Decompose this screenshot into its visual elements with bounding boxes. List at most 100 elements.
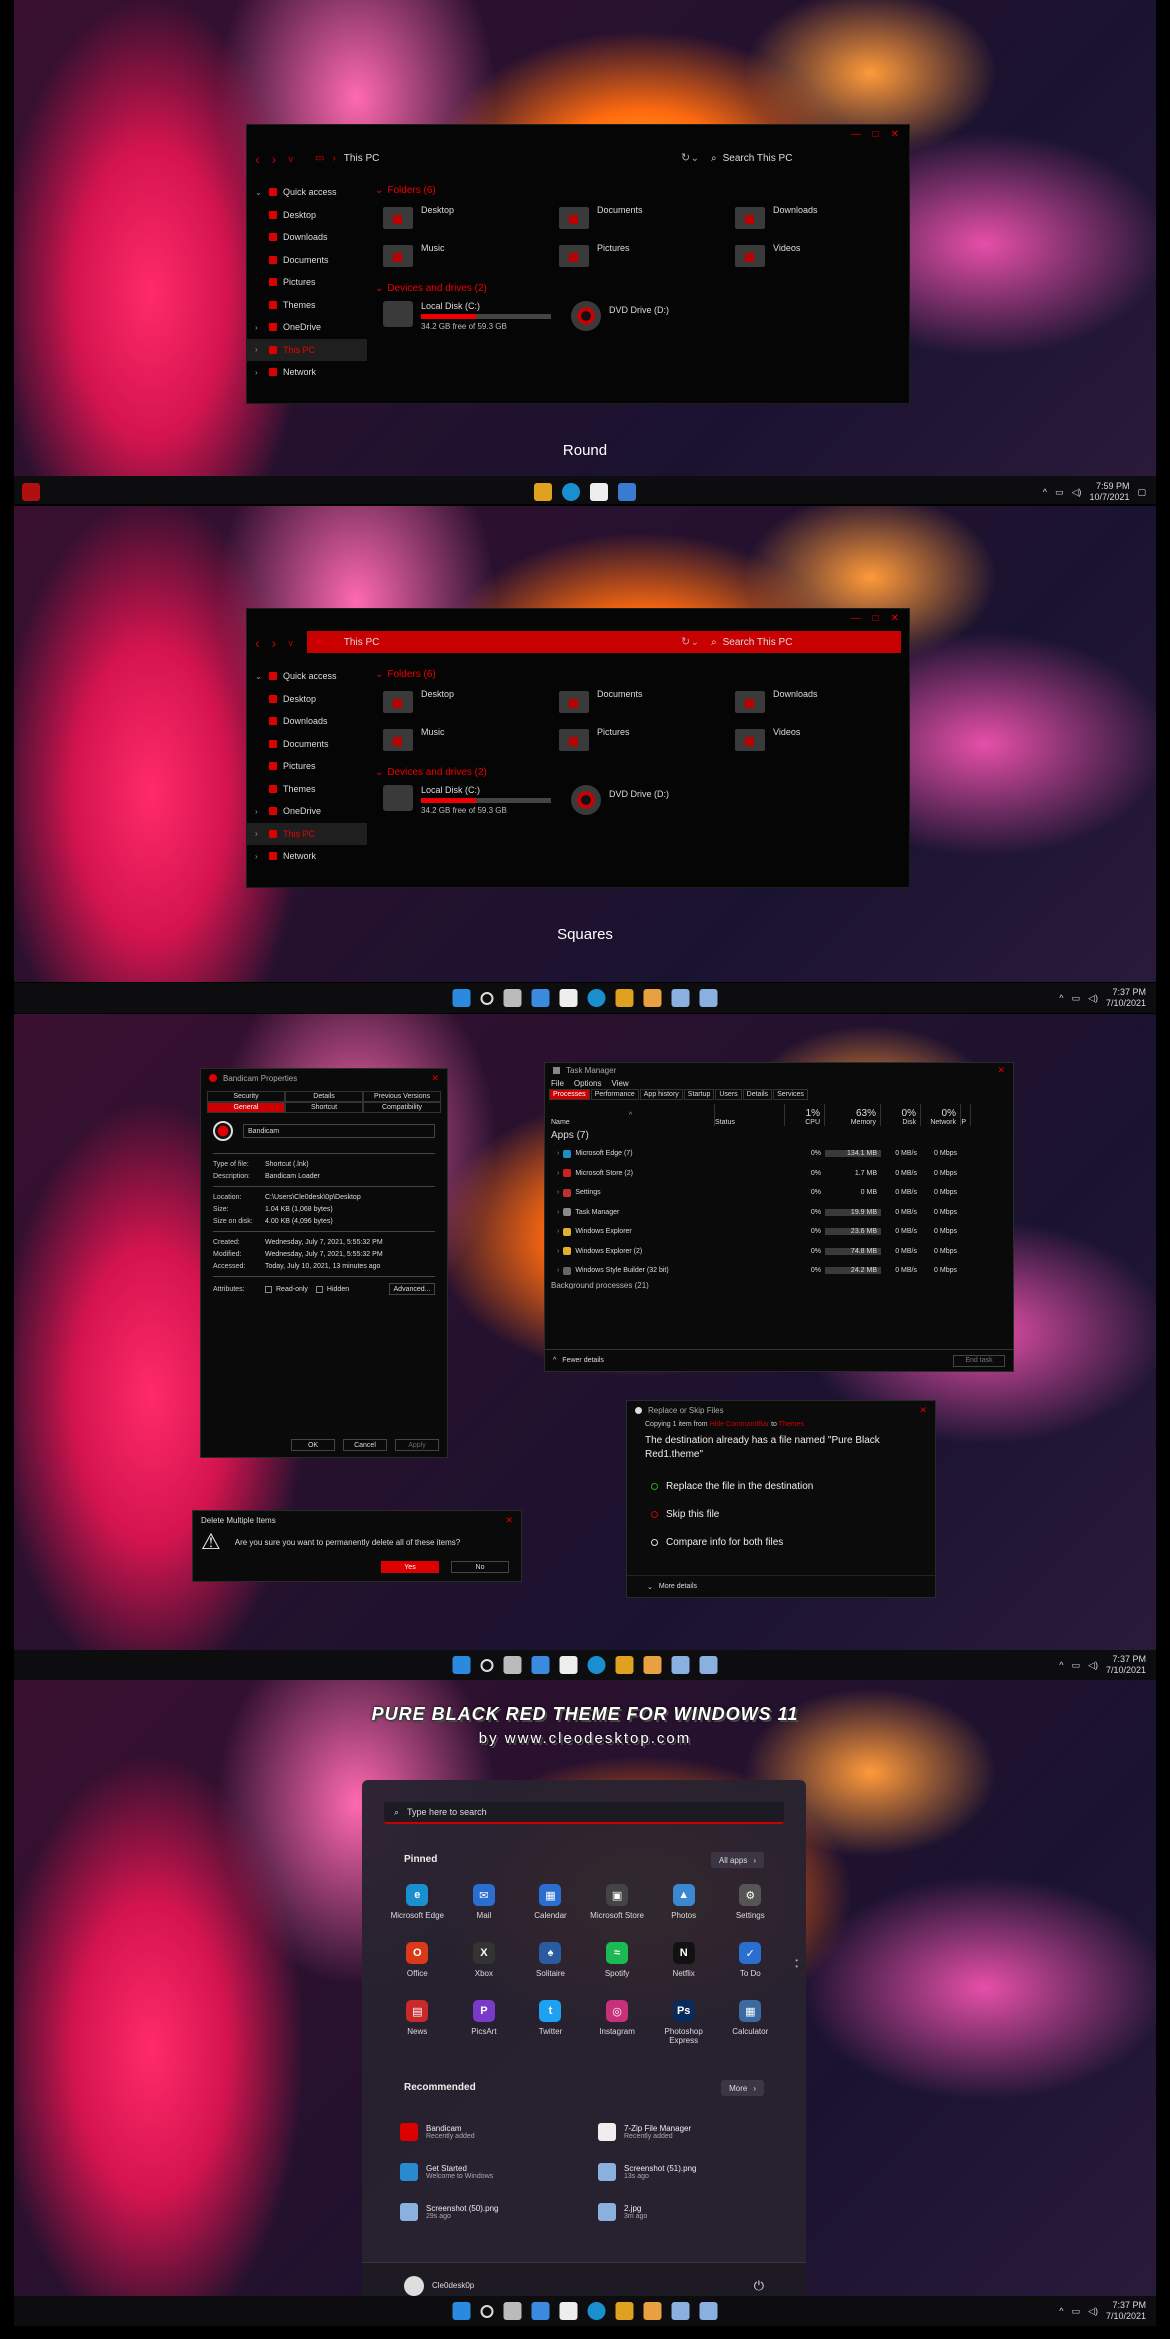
- drive-c[interactable]: Local Disk (C:) 34.2 GB free of 59.3 GB: [383, 301, 559, 331]
- sidebar-item[interactable]: › OneDrive: [247, 800, 367, 823]
- fewer-details-link[interactable]: Fewer details: [562, 1357, 604, 1364]
- sidebar-item[interactable]: › Network: [247, 361, 367, 384]
- chevron-down-icon[interactable]: ⌄: [255, 188, 263, 197]
- drive-d[interactable]: DVD Drive (D:): [571, 301, 747, 331]
- file-explorer-icon[interactable]: [615, 1656, 634, 1674]
- sidebar-item[interactable]: ⌄ Quick access: [247, 665, 367, 688]
- back-icon[interactable]: ‹: [255, 635, 260, 651]
- network-icon[interactable]: ▭: [1055, 487, 1064, 498]
- folder-item[interactable]: Music: [383, 241, 559, 271]
- file-explorer-icon[interactable]: [615, 2302, 634, 2320]
- recommended-item[interactable]: Screenshot (50).png 29s ago: [400, 2198, 598, 2226]
- network-icon[interactable]: ▭: [1072, 2306, 1081, 2317]
- pinned-app[interactable]: ◎ Instagram: [584, 2000, 651, 2044]
- drives-group-header[interactable]: ⌄ Devices and drives (2): [375, 279, 899, 297]
- name-column[interactable]: ^ Name: [545, 1104, 715, 1126]
- refresh-icon[interactable]: ↻: [681, 635, 690, 648]
- close-button[interactable]: ✕: [505, 1515, 513, 1526]
- chevron-right-icon[interactable]: ›: [557, 1170, 559, 1177]
- process-row[interactable]: › Windows Explorer (2) 0% 74.8 MB 0 MB/s 0 Mb…: [545, 1242, 1013, 1262]
- forward-icon[interactable]: ›: [272, 635, 277, 651]
- all-apps-button[interactable]: All apps ›: [710, 1852, 764, 1868]
- volume-icon[interactable]: ◁): [1088, 2306, 1098, 2317]
- folder-item[interactable]: Pictures: [559, 725, 735, 755]
- folder-item[interactable]: Documents: [559, 687, 735, 717]
- photos-icon[interactable]: [618, 483, 636, 501]
- search-box[interactable]: ⌕ Search This PC: [701, 147, 901, 169]
- store-icon[interactable]: [590, 483, 608, 501]
- chevron-down-icon[interactable]: v: [288, 154, 293, 167]
- folder-item[interactable]: Downloads: [735, 687, 911, 717]
- folders-group-header[interactable]: ⌄ Folders (6): [375, 665, 899, 683]
- tab-details[interactable]: Details: [285, 1091, 363, 1102]
- sidebar-item[interactable]: Themes: [247, 778, 367, 801]
- chevron-up-icon[interactable]: ^: [1059, 1660, 1063, 1670]
- disk-column[interactable]: 0% Disk: [881, 1104, 921, 1126]
- tab-startup[interactable]: Startup: [683, 1089, 715, 1100]
- pinned-app[interactable]: t Twitter: [517, 2000, 584, 2044]
- pinned-app[interactable]: Ps Photoshop Express: [650, 2000, 717, 2045]
- sidebar-item[interactable]: Desktop: [247, 688, 367, 711]
- start-icon[interactable]: [452, 1656, 471, 1674]
- minimize-button[interactable]: —: [851, 129, 861, 140]
- search-icon[interactable]: [480, 2304, 494, 2318]
- refresh-icon[interactable]: ↻: [681, 151, 690, 164]
- chevron-down-icon[interactable]: v: [288, 638, 293, 651]
- source-link[interactable]: Hide CommandBar: [710, 1421, 770, 1428]
- pinned-app[interactable]: ⚙ Settings: [717, 1884, 784, 1928]
- folder-item[interactable]: Documents: [559, 203, 735, 233]
- process-row[interactable]: › Microsoft Store (2) 0% 1.7 MB 0 MB/s 0 Mbps: [545, 1164, 1013, 1184]
- more-details[interactable]: ⌄ More details: [627, 1575, 935, 1597]
- sidebar-item[interactable]: › This PC: [247, 338, 367, 361]
- chevron-right-icon[interactable]: ›: [255, 368, 263, 377]
- clock[interactable]: 7:59 PM 10/7/2021: [1089, 481, 1129, 503]
- start-icon[interactable]: [452, 989, 471, 1007]
- address-dropdown-icon[interactable]: ⌄: [691, 637, 699, 648]
- pinned-app[interactable]: ▦ Calendar: [517, 1884, 584, 1928]
- chevron-right-icon[interactable]: ›: [557, 1150, 559, 1157]
- close-button[interactable]: ✕: [431, 1073, 439, 1084]
- sidebar-item[interactable]: Downloads: [247, 710, 367, 733]
- sidebar-item[interactable]: › OneDrive: [247, 316, 367, 339]
- minimize-button[interactable]: —: [851, 613, 861, 624]
- chevron-right-icon[interactable]: ›: [255, 345, 263, 354]
- folder-item[interactable]: Downloads: [735, 203, 911, 233]
- chevron-right-icon[interactable]: ›: [557, 1209, 559, 1216]
- mail-icon[interactable]: [671, 2302, 690, 2320]
- mail-icon[interactable]: [671, 989, 690, 1007]
- pinned-app[interactable]: P PicsArt: [451, 2000, 518, 2044]
- clock[interactable]: 7:37 PM 7/10/2021: [1106, 987, 1146, 1009]
- recommended-item[interactable]: Screenshot (51).png 13s ago: [598, 2158, 770, 2186]
- folders-group-header[interactable]: ⌄ Folders (6): [375, 181, 899, 199]
- pinned-app[interactable]: O Office: [384, 1942, 451, 1986]
- volume-icon[interactable]: ◁): [1088, 1660, 1098, 1671]
- process-row[interactable]: › Settings 0% 0 MB 0 MB/s 0 Mbps: [545, 1183, 1013, 1203]
- chevron-up-icon[interactable]: ^: [1059, 2306, 1063, 2316]
- tab-previous-versions[interactable]: Previous Versions: [363, 1091, 441, 1102]
- tab-compatibility[interactable]: Compatibility: [363, 1102, 441, 1113]
- volume-icon[interactable]: ◁): [1072, 487, 1082, 498]
- edge-icon[interactable]: [587, 989, 606, 1007]
- sidebar-item[interactable]: Downloads: [247, 226, 367, 249]
- edge-icon[interactable]: [587, 2302, 606, 2320]
- ok-button[interactable]: OK: [291, 1439, 335, 1451]
- folder-item[interactable]: Pictures: [559, 241, 735, 271]
- close-button[interactable]: ✕: [891, 129, 899, 140]
- chevron-right-icon[interactable]: ›: [557, 1267, 559, 1274]
- readonly-checkbox[interactable]: [265, 1285, 272, 1293]
- destination-link[interactable]: Themes: [779, 1421, 804, 1428]
- tab-details[interactable]: Details: [742, 1089, 773, 1100]
- folder-item[interactable]: Videos: [735, 725, 911, 755]
- start-icon[interactable]: [22, 483, 40, 501]
- tab-performance[interactable]: Performance: [590, 1089, 639, 1100]
- process-row[interactable]: › Windows Style Builder (32 bit) 0% 24.2 MB…: [545, 1261, 1013, 1281]
- search-box[interactable]: ⌕ Search This PC: [701, 631, 901, 653]
- tab-security[interactable]: Security: [207, 1091, 285, 1102]
- edge-icon[interactable]: [562, 483, 580, 501]
- notification-icon[interactable]: ▢: [1137, 487, 1146, 498]
- tab-services[interactable]: Services: [773, 1089, 808, 1100]
- process-row[interactable]: › Microsoft Edge (7) 0% 134.1 MB 0 MB/s 0 Mbp…: [545, 1144, 1013, 1164]
- power-column[interactable]: P: [961, 1104, 971, 1126]
- start-search[interactable]: ⌕ Type here to search: [384, 1802, 784, 1824]
- user-name[interactable]: Cle0desk0p: [432, 2281, 474, 2290]
